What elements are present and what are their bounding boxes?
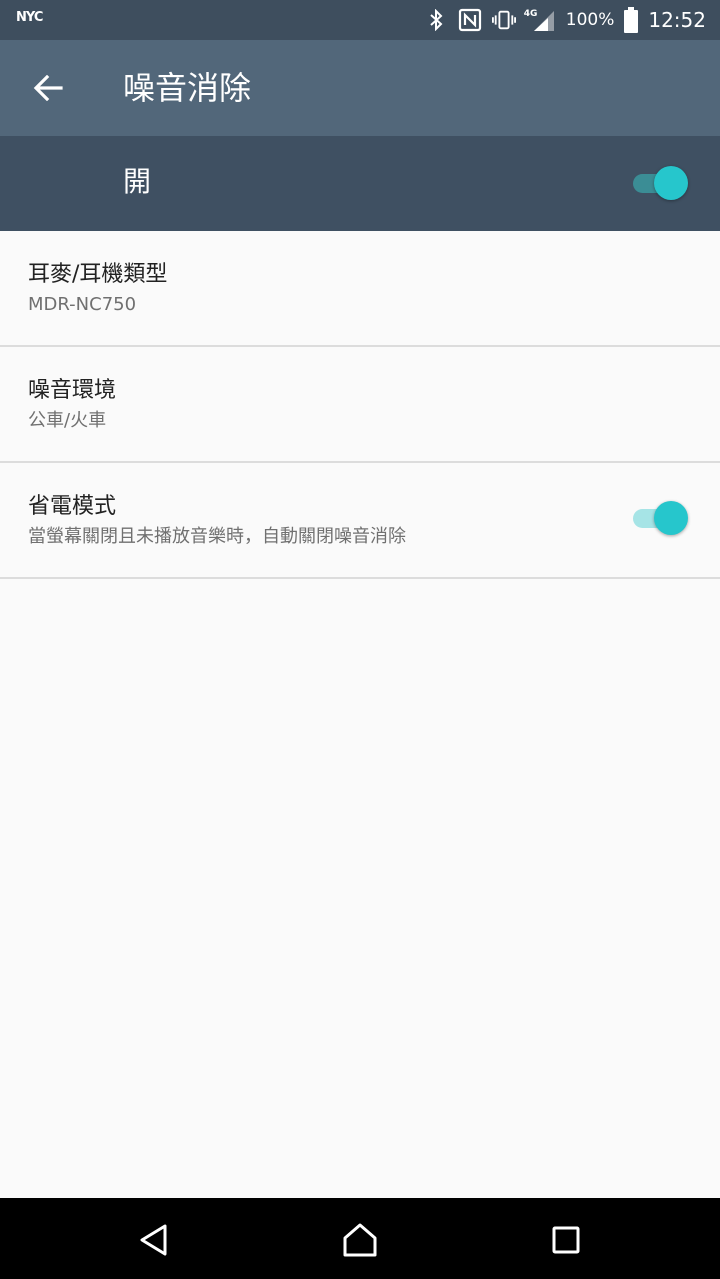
setting-title: 耳麥/耳機類型	[28, 262, 168, 287]
master-switch-label: 開	[123, 165, 152, 198]
battery-percent: 100%	[565, 10, 615, 30]
setting-subtitle: 當螢幕關閉且未播放音樂時，自動關閉噪音消除	[28, 526, 406, 547]
home-icon	[343, 1223, 377, 1257]
power-saving-toggle[interactable]	[630, 730, 690, 770]
vibrate-icon	[491, 8, 516, 32]
back-button[interactable]	[22, 62, 74, 114]
master-toggle[interactable]	[630, 163, 690, 203]
battery-icon	[624, 7, 639, 33]
setting-headset-type[interactable]: 耳麥/耳機類型 MDR-NC750	[0, 231, 720, 347]
nav-back-button[interactable]	[130, 1216, 178, 1264]
master-switch-bar[interactable]: 開	[0, 136, 720, 231]
signal-label: 4G	[523, 9, 538, 19]
setting-title: 噪音環境	[28, 378, 117, 403]
status-icons: 4G 100% 12:52	[424, 0, 706, 40]
setting-subtitle: MDR-NC750	[28, 294, 137, 315]
setting-noise-environment[interactable]: 噪音環境 公車/火車	[0, 347, 720, 463]
toggle-thumb	[654, 166, 688, 200]
carrier-logo: NYC	[16, 10, 43, 25]
setting-power-saving[interactable]: 省電模式 當螢幕關閉且未播放音樂時，自動關閉噪音消除	[0, 463, 720, 579]
setting-subtitle: 公車/火車	[28, 410, 107, 431]
recents-square-icon	[552, 1226, 580, 1254]
power-saving-switch[interactable]	[630, 498, 690, 538]
nav-home-button[interactable]	[336, 1216, 384, 1264]
bluetooth-icon	[424, 8, 448, 32]
signal-4g-icon: 4G	[523, 8, 556, 32]
nfc-icon	[458, 8, 482, 32]
navigation-bar	[0, 1198, 720, 1279]
back-triangle-icon	[140, 1224, 167, 1256]
status-bar: NYC 4G 100% 12:52	[0, 0, 720, 40]
app-bar: 噪音消除	[0, 40, 720, 136]
settings-list: 耳麥/耳機類型 MDR-NC750 噪音環境 公車/火車 省電模式 當螢幕關閉且…	[0, 231, 720, 579]
setting-title: 省電模式	[28, 494, 117, 519]
arrow-left-icon	[33, 75, 63, 101]
toggle-thumb	[654, 501, 688, 535]
page-title: 噪音消除	[123, 69, 252, 107]
nav-recents-button[interactable]	[542, 1216, 590, 1264]
status-time: 12:52	[648, 8, 706, 32]
